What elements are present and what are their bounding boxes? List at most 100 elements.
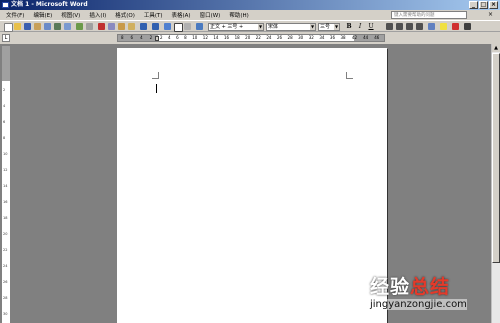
print-icon[interactable] [54,23,61,30]
ruler-numbers: 2 4 6 8 10 12 14 16 18 20 22 24 26 28 30… [160,35,346,40]
help-search-input[interactable]: 键入需要帮助的问题 [391,11,467,19]
chevron-down-icon[interactable]: ▼ [258,24,263,30]
tab-selector[interactable]: L [2,34,10,42]
save-icon[interactable] [24,23,31,30]
paste-icon[interactable] [118,23,125,30]
margin-corner-top-left [152,72,159,79]
hyperlink-icon[interactable] [164,23,171,30]
window-controls: _ □ × [469,1,498,9]
menu-tools[interactable]: 工具(T) [144,11,163,19]
format-painter-icon[interactable] [128,23,135,30]
watermark-url: jingyanzongjie.com [370,299,467,310]
ruler-tick-label: 36 [329,35,335,40]
chevron-down-icon[interactable]: ▼ [310,24,315,30]
email-icon[interactable] [44,23,51,30]
highlight-icon[interactable] [440,23,447,30]
bold-button[interactable]: B [345,23,353,31]
font-dropdown[interactable]: 宋体 ▼ [266,23,316,31]
ruler-tick-label: 34 [319,35,325,40]
minimize-button[interactable]: _ [469,1,478,9]
ruler-right-numbers: 42 44 46 [352,35,379,40]
document-close-icon[interactable]: × [488,11,493,18]
margin-corner-top-right [346,72,353,79]
print-preview-icon[interactable] [64,23,71,30]
menu-file[interactable]: 文件(F) [6,11,24,19]
vruler-tick-label: 8 [3,136,6,140]
ruler-tick-label: 46 [374,35,380,40]
scroll-thumb[interactable] [492,53,500,263]
toolbar-options-icon[interactable] [464,23,471,30]
vruler-tick-label: 24 [3,264,8,268]
spelling-icon[interactable] [76,23,83,30]
cut-icon[interactable] [98,23,105,30]
word-app-icon[interactable] [2,2,9,8]
text-cursor [156,84,157,93]
title-bar: 文档 1 - Microsoft Word _ □ × [0,0,500,10]
vruler-tick-label: 2 [3,88,6,92]
vruler-tick-label: 16 [3,200,8,204]
columns-icon[interactable] [184,23,191,30]
table-icon[interactable] [174,23,183,32]
menu-window[interactable]: 窗口(W) [200,11,221,19]
vruler-tick-label: 30 [3,312,8,316]
document-page[interactable] [117,48,387,323]
vertical-scrollbar[interactable]: ▲ [491,44,500,323]
underline-button[interactable]: U [367,23,375,31]
vruler-top-margin [2,46,10,81]
ruler-tick-label: 18 [234,35,240,40]
close-button[interactable]: × [489,1,498,9]
style-dropdown[interactable]: 正文 + 三号 + ▼ [208,23,264,31]
ruler-tick-label: 20 [245,35,251,40]
watermark-logo-b: 总结 [410,276,451,298]
scroll-up-icon[interactable]: ▲ [492,44,500,52]
style-value: 正文 + 三号 + [210,24,244,30]
menu-view[interactable]: 视图(V) [61,11,80,19]
ruler-tick-label: 2 [160,35,163,40]
vruler-tick-label: 10 [3,152,8,156]
window-title: 文档 1 - Microsoft Word [11,1,88,8]
menu-table[interactable]: 表格(A) [172,11,191,19]
justify-icon[interactable] [416,23,423,30]
align-center-icon[interactable] [396,23,403,30]
research-icon[interactable] [86,23,93,30]
chevron-down-icon[interactable]: ▼ [334,24,339,30]
ruler-tick-label: 32 [308,35,314,40]
italic-button[interactable]: I [356,23,364,31]
ruler-tick-label: 2 [149,35,153,40]
indent-marker[interactable] [155,36,159,41]
maximize-button[interactable]: □ [479,1,488,9]
font-size-dropdown[interactable]: 三号 ▼ [318,23,340,31]
menu-insert[interactable]: 插入(I) [89,11,106,19]
ruler-tick-label: 12 [202,35,208,40]
ruler-tick-label: 6 [130,35,134,40]
menu-edit[interactable]: 编辑(E) [33,11,52,19]
ruler-tick-label: 4 [168,35,171,40]
ruler-tick-label: 26 [276,35,283,40]
numbering-icon[interactable] [428,23,435,30]
ruler-tick-label: 22 [255,35,261,40]
align-right-icon[interactable] [406,23,413,30]
vruler-tick-label: 20 [3,232,8,236]
ruler-tick-label: 14 [213,35,219,40]
ruler-tick-label: 44 [363,35,369,40]
menu-format[interactable]: 格式(O) [115,11,135,19]
redo-icon[interactable] [152,23,159,30]
copy-icon[interactable] [108,23,115,30]
toolbar: 正文 + 三号 + ▼ 宋体 ▼ 三号 ▼ B I U [0,20,500,32]
ruler-tick-label: 10 [192,35,198,40]
open-folder-icon[interactable] [14,23,21,30]
watermark-logo-a: 经验 [370,276,411,298]
vertical-ruler[interactable]: 2 4 6 8 10 12 14 16 18 20 22 24 26 28 30 [2,46,11,323]
font-color-icon[interactable] [452,23,459,30]
drawing-icon[interactable] [196,23,203,30]
vruler-tick-label: 22 [3,248,8,252]
ruler-tick-label: 28 [287,35,293,40]
watermark-logo: 经验总结 [370,272,467,299]
align-left-icon[interactable] [386,23,393,30]
undo-icon[interactable] [140,23,147,30]
menu-help[interactable]: 帮助(H) [229,11,248,19]
permission-icon[interactable] [34,23,41,30]
vruler-tick-label: 4 [3,104,6,108]
ruler-tick-label: 6 [176,35,179,40]
new-document-icon[interactable] [4,23,13,32]
